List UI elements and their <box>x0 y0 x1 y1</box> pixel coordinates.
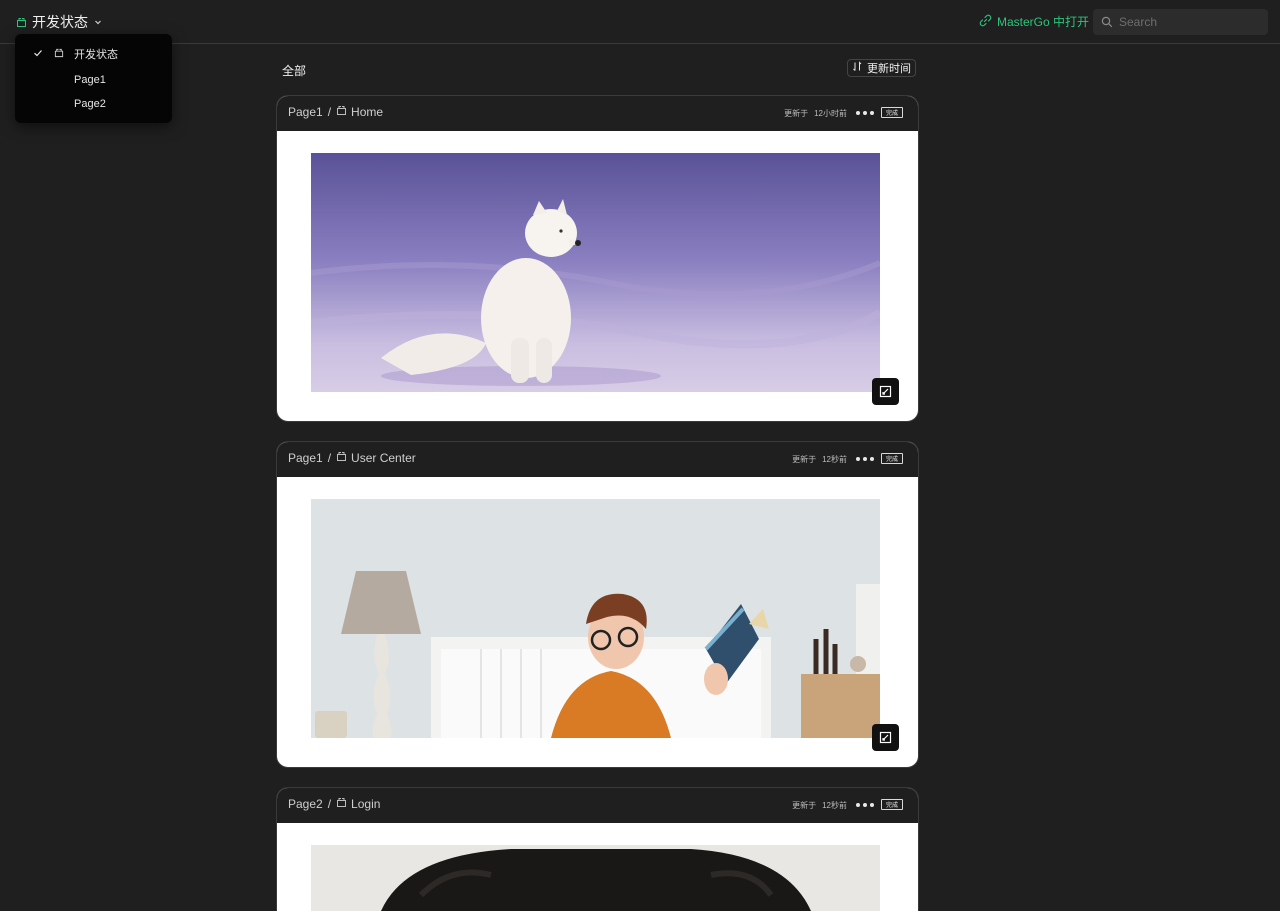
updated-time: 12秒前 <box>822 801 847 810</box>
updated-prefix: 更新于 <box>792 801 817 810</box>
search-box[interactable] <box>1093 9 1268 35</box>
chevron-down-icon <box>93 17 103 27</box>
dropdown-item-dev-status[interactable]: 开发状态 <box>15 43 172 65</box>
frame-icon <box>54 48 64 61</box>
dropdown-item-page1[interactable]: Page1 <box>15 69 172 91</box>
sort-label: 更新时间 <box>867 63 911 75</box>
breadcrumb-separator: / <box>327 105 332 119</box>
more-icon[interactable] <box>856 109 874 117</box>
expand-icon[interactable] <box>872 378 899 405</box>
updated-time: 12秒前 <box>822 455 847 464</box>
link-icon <box>979 14 992 30</box>
updated-prefix: 更新于 <box>784 109 809 118</box>
expand-icon[interactable] <box>872 724 899 751</box>
more-icon[interactable] <box>856 455 874 463</box>
frame-icon <box>336 105 347 119</box>
updated-time: 12小时前 <box>814 109 847 118</box>
check-icon <box>33 48 43 61</box>
page-dropdown-menu: 开发状态 Page1 Page2 <box>15 34 172 123</box>
card-header: Page1 / User Center 更新于 12秒前 完成 <box>277 442 918 477</box>
top-bar: 开发状态 MasterGo 中打开 <box>0 0 1280 44</box>
updated-info: 更新于 12秒前 <box>792 454 847 465</box>
breadcrumb-frame[interactable]: Home <box>351 105 383 119</box>
sort-by-updated-button[interactable]: 更新时间 <box>847 59 916 77</box>
dropdown-item-label: Page2 <box>74 98 106 110</box>
frame-card[interactable]: Page2 / Login 更新于 12秒前 完成 <box>276 787 919 911</box>
updated-info: 更新于 12秒前 <box>792 800 847 811</box>
updated-prefix: 更新于 <box>792 455 817 464</box>
page-switcher[interactable]: 开发状态 <box>16 11 103 33</box>
breadcrumb-frame[interactable]: Login <box>351 797 380 811</box>
preview-image-woman-reading[interactable] <box>311 499 880 738</box>
breadcrumb-page[interactable]: Page1 <box>288 451 323 465</box>
open-in-mastergo-link[interactable]: MasterGo 中打开 <box>979 13 1089 30</box>
dropdown-item-label: Page1 <box>74 74 106 86</box>
card-header: Page2 / Login 更新于 12秒前 完成 <box>277 788 918 823</box>
current-page-label: 开发状态 <box>32 14 88 30</box>
dropdown-item-page2[interactable]: Page2 <box>15 93 172 115</box>
breadcrumb-separator: / <box>327 797 332 811</box>
updated-info: 更新于 12小时前 <box>784 108 847 119</box>
search-icon <box>1101 16 1113 28</box>
status-badge: 完成 <box>881 453 903 464</box>
frame-card[interactable]: Page1 / User Center 更新于 12秒前 完成 <box>276 441 919 768</box>
breadcrumb-frame[interactable]: User Center <box>351 451 416 465</box>
breadcrumb: Page1 / User Center <box>288 451 416 465</box>
status-badge: 完成 <box>881 799 903 810</box>
filter-all-label[interactable]: 全部 <box>282 62 306 79</box>
status-badge: 完成 <box>881 107 903 118</box>
breadcrumb: Page1 / Home <box>288 105 383 119</box>
search-input[interactable] <box>1119 15 1259 29</box>
breadcrumb: Page2 / Login <box>288 797 380 811</box>
sort-icon <box>852 61 863 75</box>
more-icon[interactable] <box>856 801 874 809</box>
breadcrumb-separator: / <box>327 451 332 465</box>
breadcrumb-page[interactable]: Page2 <box>288 797 323 811</box>
frame-card[interactable]: Page1 / Home 更新于 12小时前 完成 <box>276 95 919 422</box>
frame-icon <box>336 797 347 811</box>
dropdown-item-label: 开发状态 <box>74 49 118 61</box>
frame-icon <box>16 17 27 28</box>
frame-icon <box>336 451 347 465</box>
breadcrumb-page[interactable]: Page1 <box>288 105 323 119</box>
card-header: Page1 / Home 更新于 12小时前 完成 <box>277 96 918 131</box>
preview-image-dog[interactable] <box>311 845 880 911</box>
open-link-label: MasterGo 中打开 <box>997 15 1090 29</box>
preview-image-arctic-fox[interactable] <box>311 153 880 392</box>
